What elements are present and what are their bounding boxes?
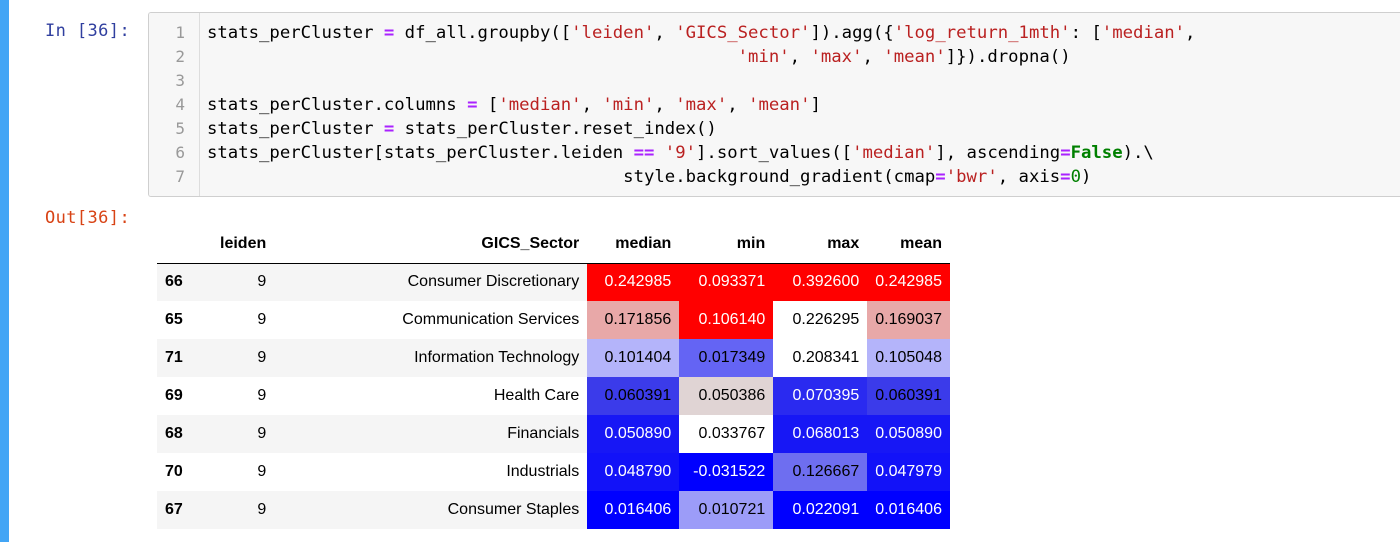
header-max: max — [773, 225, 868, 264]
min-cell: 0.033767 — [679, 415, 774, 453]
max-cell: 0.068013 — [773, 415, 868, 453]
table-row: 66 9 Consumer Discretionary 0.242985 0.0… — [157, 263, 950, 301]
mean-cell: 0.050890 — [867, 415, 950, 453]
table-body: 66 9 Consumer Discretionary 0.242985 0.0… — [157, 263, 950, 529]
min-cell: -0.031522 — [679, 453, 774, 491]
code-line-6: stats_perCluster[stats_perCluster.leiden… — [207, 143, 1154, 163]
header-mean: mean — [867, 225, 950, 264]
min-cell: 0.106140 — [679, 301, 774, 339]
line-number-gutter: 1 2 3 4 5 6 7 — [149, 13, 200, 196]
max-cell: 0.070395 — [773, 377, 868, 415]
header-median: median — [587, 225, 680, 264]
mean-cell: 0.105048 — [867, 339, 950, 377]
line-number: 1 — [175, 23, 185, 42]
cell-selection-bar — [0, 0, 9, 542]
max-cell: 0.226295 — [773, 301, 868, 339]
sector-cell: Consumer Discretionary — [407, 273, 580, 291]
code-line-7: style.background_gradient(cmap='bwr', ax… — [207, 167, 1092, 187]
median-cell: 0.048790 — [587, 453, 680, 491]
max-cell: 0.392600 — [773, 263, 868, 301]
line-number: 3 — [175, 71, 185, 90]
line-number: 2 — [175, 47, 185, 66]
table-row: 69 9 Health Care 0.060391 0.050386 0.070… — [157, 377, 950, 415]
header-row: leiden GICS_Sector median min max mean — [157, 225, 950, 264]
line-number: 4 — [175, 95, 185, 114]
max-cell: 0.208341 — [773, 339, 868, 377]
header-index — [157, 225, 212, 264]
leiden-cell: 9 — [257, 273, 267, 291]
code-line-1: stats_perCluster = df_all.groupby(['leid… — [207, 23, 1196, 43]
code-line-4: stats_perCluster.columns = ['median', 'm… — [207, 95, 821, 115]
mean-cell: 0.242985 — [867, 263, 950, 301]
median-cell: 0.050890 — [587, 415, 680, 453]
code-cell-input[interactable]: 1 2 3 4 5 6 7 stats_perCluster = df_all.… — [148, 12, 1400, 197]
table-header: leiden GICS_Sector median min max mean — [157, 225, 950, 264]
leiden-cell: 9 — [257, 349, 267, 366]
median-cell: 0.016406 — [587, 491, 680, 529]
min-cell: 0.093371 — [679, 263, 774, 301]
line-number: 7 — [175, 167, 185, 186]
row-index: 70 — [165, 463, 183, 480]
mean-cell: 0.016406 — [867, 491, 950, 529]
sector-cell: Financials — [507, 425, 580, 442]
sector-cell: Information Technology — [414, 349, 580, 366]
mean-cell: 0.060391 — [867, 377, 950, 415]
sector-cell: Health Care — [493, 387, 580, 404]
leiden-cell: 9 — [257, 425, 267, 442]
min-cell: 0.017349 — [679, 339, 774, 377]
code-line-5: stats_perCluster = stats_perCluster.rese… — [207, 119, 717, 139]
table-row: 71 9 Information Technology 0.101404 0.0… — [157, 339, 950, 377]
sector-cell: Consumer Staples — [447, 501, 580, 518]
output-prompt: Out[36]: — [45, 208, 131, 228]
code-line-2: 'min', 'max', 'mean']}).dropna() — [737, 47, 1071, 67]
row-index: 67 — [165, 501, 183, 518]
min-cell: 0.050386 — [679, 377, 774, 415]
leiden-cell: 9 — [257, 501, 267, 518]
sector-cell: Industrials — [506, 463, 580, 480]
min-cell: 0.010721 — [679, 491, 774, 529]
header-min: min — [679, 225, 774, 264]
median-cell: 0.171856 — [587, 301, 680, 339]
row-index: 66 — [165, 273, 183, 291]
median-cell: 0.060391 — [587, 377, 680, 415]
table-row: 65 9 Communication Services 0.171856 0.1… — [157, 301, 950, 339]
table-row: 68 9 Financials 0.050890 0.033767 0.0680… — [157, 415, 950, 453]
table-row: 67 9 Consumer Staples 0.016406 0.010721 … — [157, 491, 950, 529]
dataframe-output-table: leiden GICS_Sector median min max mean 6… — [157, 225, 950, 529]
leiden-cell: 9 — [257, 311, 267, 328]
row-index: 65 — [165, 311, 183, 328]
row-index: 69 — [165, 387, 183, 404]
input-prompt: In [36]: — [45, 21, 131, 41]
row-index: 71 — [165, 349, 183, 366]
header-gics-sector: GICS_Sector — [274, 225, 588, 264]
median-cell: 0.101404 — [587, 339, 680, 377]
header-leiden: leiden — [212, 225, 275, 264]
max-cell: 0.022091 — [773, 491, 868, 529]
line-number: 5 — [175, 119, 185, 138]
mean-cell: 0.047979 — [867, 453, 950, 491]
median-cell: 0.242985 — [587, 263, 680, 301]
leiden-cell: 9 — [257, 463, 267, 480]
mean-cell: 0.169037 — [867, 301, 950, 339]
max-cell: 0.126667 — [773, 453, 868, 491]
sector-cell: Communication Services — [402, 311, 580, 328]
row-index: 68 — [165, 425, 183, 442]
table-row: 70 9 Industrials 0.048790 -0.031522 0.12… — [157, 453, 950, 491]
line-number: 6 — [175, 143, 185, 162]
leiden-cell: 9 — [257, 387, 267, 404]
